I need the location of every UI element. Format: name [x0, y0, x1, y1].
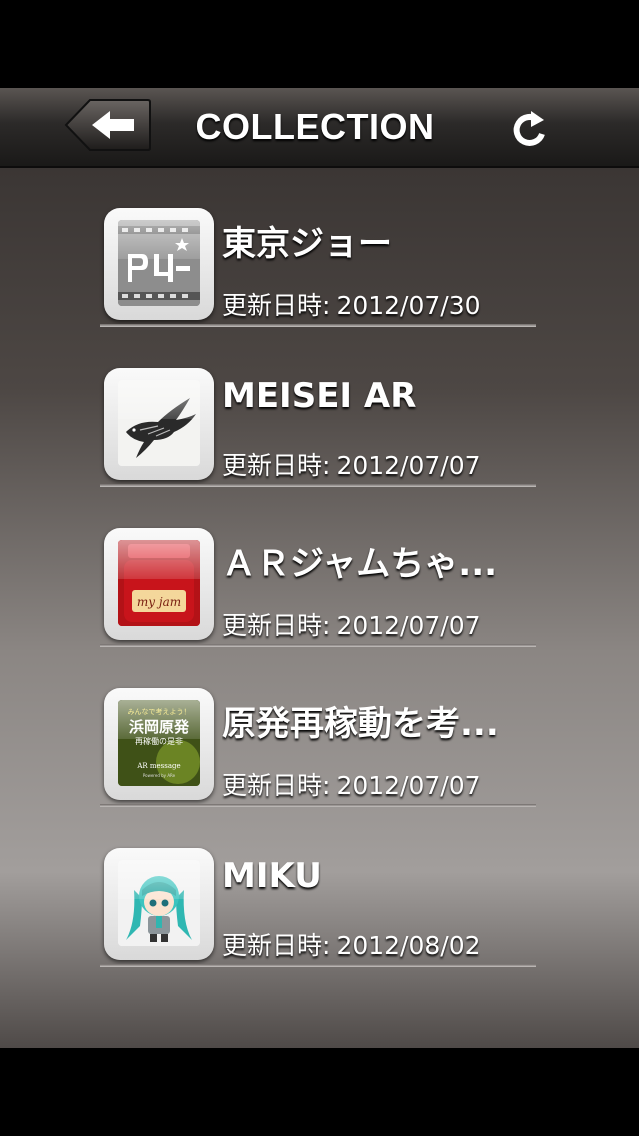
- item-title: 原発再稼動を考...: [222, 704, 499, 744]
- divider: [100, 484, 536, 487]
- item-thumbnail: my jam: [104, 528, 214, 640]
- hamaoka-poster-icon: みんなで考えよう！ 浜岡原発 再稼働の是非 AR message Powered…: [118, 700, 200, 786]
- item-title: MIKU: [222, 856, 322, 896]
- date-value: 2012/07/07: [336, 611, 481, 640]
- poster-line: Powered by ARe: [143, 773, 176, 778]
- item-date: 更新日時: 2012/07/07: [222, 766, 532, 802]
- date-label: 更新日時:: [222, 291, 331, 320]
- date-value: 2012/07/07: [336, 451, 481, 480]
- jam-jar-icon: my jam: [118, 540, 200, 626]
- jam-label: my jam: [137, 595, 181, 609]
- poster-line: 再稼働の是非: [135, 736, 183, 746]
- status-bar-area: [0, 0, 639, 88]
- item-title: MEISEI AR: [222, 376, 417, 416]
- poster-line: 浜岡原発: [129, 718, 190, 736]
- poster-line: みんなで考えよう！: [128, 708, 191, 716]
- page-title: COLLECTION: [195, 106, 435, 147]
- date-label: 更新日時:: [222, 451, 331, 480]
- back-button[interactable]: [64, 98, 152, 152]
- date-value: 2012/08/02: [336, 931, 481, 960]
- item-thumbnail: [104, 848, 214, 960]
- item-thumbnail: みんなで考えよう！ 浜岡原発 再稼働の是非 AR message Powered…: [104, 688, 214, 800]
- item-date: 更新日時: 2012/07/30: [222, 286, 532, 322]
- item-title: 東京ジョー: [222, 224, 392, 264]
- item-title: ＡＲジャムちゃ...: [222, 544, 498, 584]
- list-item[interactable]: みんなで考えよう！ 浜岡原発 再稼働の是非 AR message Powered…: [100, 688, 536, 808]
- item-date: 更新日時: 2012/08/02: [222, 926, 532, 962]
- bottom-bar-area: [0, 1048, 639, 1136]
- date-label: 更新日時:: [222, 771, 331, 800]
- miku-figure-icon: [118, 860, 200, 946]
- date-value: 2012/07/07: [336, 771, 481, 800]
- list-item[interactable]: 東京ジョー 更新日時: 2012/07/30: [100, 208, 536, 328]
- list-item[interactable]: my jam ＡＲジャムちゃ... 更新日時: 2012/07/07: [100, 528, 536, 648]
- divider: [100, 964, 536, 967]
- list-item[interactable]: MIKU 更新日時: 2012/08/02: [100, 848, 536, 968]
- divider: [100, 324, 536, 327]
- date-value: 2012/07/30: [336, 291, 481, 320]
- navigation-bar: COLLECTION: [0, 88, 639, 168]
- date-label: 更新日時:: [222, 931, 331, 960]
- item-thumbnail: [104, 368, 214, 480]
- item-date: 更新日時: 2012/07/07: [222, 606, 532, 642]
- poster-line: AR message: [136, 762, 180, 770]
- list-item[interactable]: MEISEI AR 更新日時: 2012/07/07: [100, 368, 536, 488]
- divider: [100, 644, 536, 647]
- bird-sketch-icon: [118, 380, 200, 466]
- refresh-icon: [513, 111, 545, 146]
- film-strip-logo-icon: [118, 220, 200, 306]
- item-thumbnail: [104, 208, 214, 320]
- refresh-button[interactable]: [508, 108, 552, 152]
- date-label: 更新日時:: [222, 611, 331, 640]
- item-date: 更新日時: 2012/07/07: [222, 446, 532, 482]
- collection-list: 東京ジョー 更新日時: 2012/07/30 MEISEI AR 更新日時: 201…: [0, 168, 639, 1048]
- divider: [100, 804, 536, 807]
